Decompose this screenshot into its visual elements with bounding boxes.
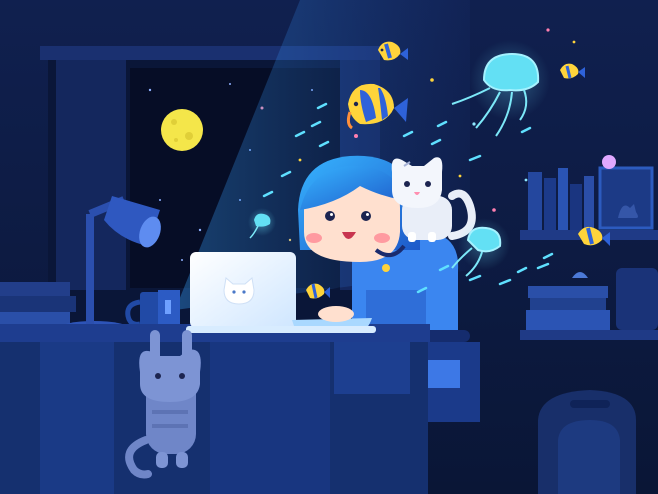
desk	[0, 324, 430, 494]
girl-hands	[318, 306, 354, 322]
moon-icon	[161, 109, 203, 151]
illustration-canvas	[0, 0, 658, 494]
backpack-icon	[538, 390, 636, 494]
illustration-scene	[0, 0, 658, 494]
side-table	[0, 282, 76, 324]
